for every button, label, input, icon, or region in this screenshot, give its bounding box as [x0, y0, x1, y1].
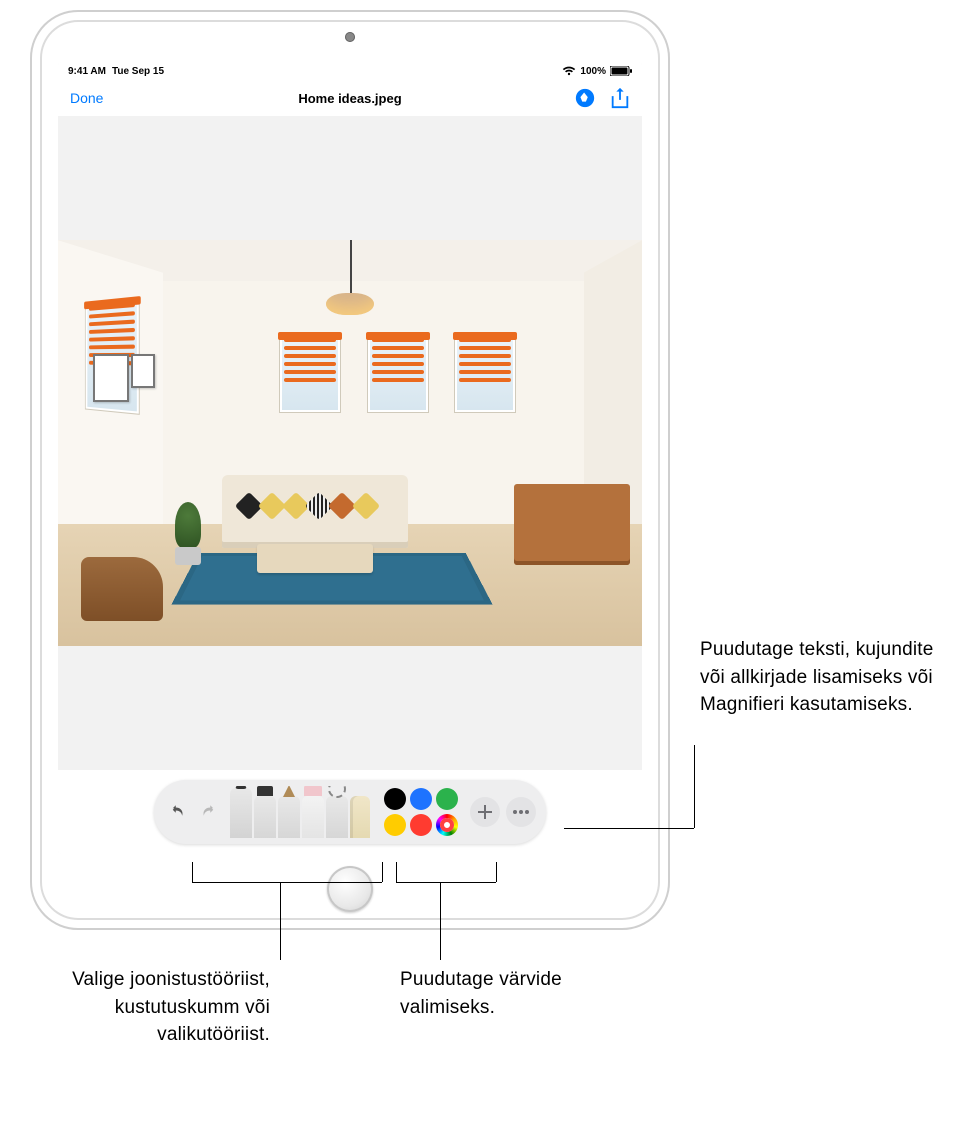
- eraser-tool[interactable]: [302, 796, 324, 838]
- marker-tool[interactable]: [230, 788, 252, 838]
- lasso-tool[interactable]: [326, 796, 348, 838]
- screen: 9:41 AM Tue Sep 15 100% Done Home ideas.…: [58, 62, 642, 854]
- content-area: [58, 116, 642, 770]
- undo-button[interactable]: [164, 798, 192, 826]
- share-button[interactable]: [610, 87, 630, 109]
- status-date: Tue Sep 15: [112, 66, 164, 77]
- coffee-table: [257, 544, 374, 572]
- callout-add: Puudutage teksti, kujundite või allkirja…: [700, 636, 950, 719]
- wifi-icon: [562, 66, 576, 76]
- home-button[interactable]: [327, 866, 373, 912]
- markup-drawing-blinds: [459, 338, 511, 382]
- highlighter-tool[interactable]: [254, 796, 276, 838]
- callout-leader: [694, 745, 695, 828]
- done-button[interactable]: Done: [70, 90, 103, 106]
- window-3: [368, 334, 428, 412]
- pencil-tool[interactable]: [278, 796, 300, 838]
- camera-dot: [345, 32, 355, 42]
- callout-leader: [496, 862, 497, 882]
- color-black[interactable]: [384, 788, 406, 810]
- markup-toolbar: [154, 780, 546, 844]
- wall-art-1: [93, 354, 129, 402]
- color-blue[interactable]: [410, 788, 432, 810]
- color-green[interactable]: [436, 788, 458, 810]
- color-palette: [378, 788, 464, 836]
- ruler-tool[interactable]: [350, 796, 370, 838]
- callout-leader: [382, 862, 383, 882]
- window-4: [455, 334, 515, 412]
- status-bar: 9:41 AM Tue Sep 15 100%: [58, 62, 642, 80]
- callout-colors: Puudutage värvide valimiseks.: [400, 966, 600, 1021]
- callout-leader: [192, 882, 382, 883]
- sideboard: [514, 484, 631, 565]
- battery-percent: 100%: [580, 66, 606, 77]
- callout-leader: [280, 882, 281, 960]
- callout-leader: [396, 882, 496, 883]
- document-title: Home ideas.jpeg: [298, 91, 401, 106]
- ipad-device: 9:41 AM Tue Sep 15 100% Done Home ideas.…: [30, 10, 670, 930]
- callout-leader: [440, 882, 441, 960]
- callout-leader: [396, 862, 397, 882]
- callout-leader: [192, 862, 193, 882]
- markup-drawing-blinds: [284, 338, 336, 382]
- redo-button[interactable]: [194, 798, 222, 826]
- pendant-lamp: [326, 293, 374, 315]
- status-time: 9:41 AM: [68, 66, 106, 77]
- color-red[interactable]: [410, 814, 432, 836]
- drawing-tools-group: [224, 786, 376, 838]
- markup-drawing-blinds: [372, 338, 424, 382]
- window-2: [280, 334, 340, 412]
- markup-toolbar-container: [58, 770, 642, 854]
- wall-art-2: [131, 354, 155, 388]
- plant: [175, 502, 201, 548]
- plant-pot: [175, 547, 201, 565]
- markup-toggle-button[interactable]: [574, 87, 596, 109]
- callout-tools: Valige joonistustööriist, kustutuskumm v…: [30, 966, 270, 1049]
- armchair: [81, 557, 163, 622]
- battery-icon: [610, 66, 632, 76]
- color-picker[interactable]: [436, 814, 458, 836]
- nav-bar: Done Home ideas.jpeg: [58, 80, 642, 116]
- add-button[interactable]: [470, 797, 500, 827]
- callout-leader: [564, 828, 694, 829]
- color-yellow[interactable]: [384, 814, 406, 836]
- more-button[interactable]: [506, 797, 536, 827]
- markup-image[interactable]: [58, 240, 642, 645]
